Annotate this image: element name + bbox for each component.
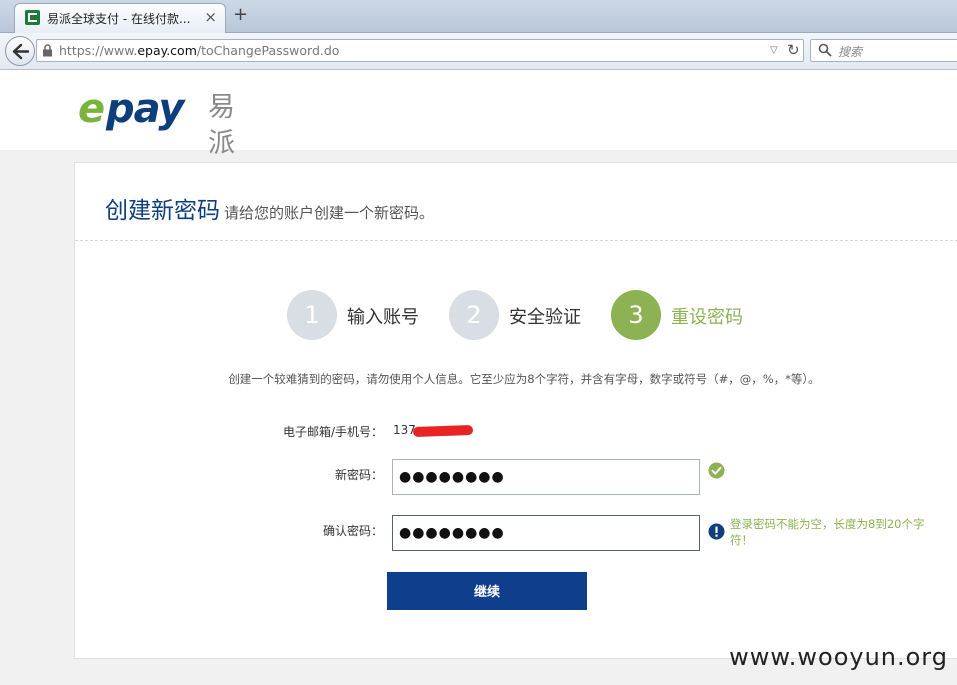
step-3-number: 3 [611,290,661,340]
logo-pay: pay [106,86,184,132]
search-icon [818,43,832,57]
step-1-number: 1 [287,290,337,340]
browser-tab-bar: 易派全球支付 - 在线付款... × + [0,0,957,33]
confirm-password-label: 确认密码： [322,524,383,538]
password-hint: 创建一个较难猜到的密码，请勿使用个人信息。它至少应为8个字符，并含有字母，数字或… [228,372,820,386]
reload-icon[interactable]: ↻ [787,41,800,59]
epay-favicon-icon [25,10,40,25]
url-text: https://www.epay.com/toChangePassword.do [59,43,340,58]
lock-icon [43,44,52,57]
new-password-field[interactable] [392,459,700,495]
email-label: 电子邮箱/手机号： [282,425,383,439]
step-3-label: 重设密码 [671,307,743,328]
step-1-label: 输入账号 [347,307,419,328]
confirm-password-error: 登录密码不能为空，长度为8到20个字符！ [730,517,925,547]
redaction-mark [412,424,474,438]
browser-tab[interactable]: 易派全球支付 - 在线付款... × [14,3,226,33]
continue-button[interactable]: 继续 [387,572,587,610]
reset-password-card: 创建新密码 请给您的账户创建一个新密码。 1 输入账号 2 安全验证 3 重设密码… [74,162,957,659]
watermark: www.wooyun.org [729,643,948,671]
card-header: 创建新密码 请给您的账户创建一个新密码。 [105,191,434,225]
new-password-label: 新密码： [334,468,383,482]
warning-icon [708,523,725,540]
browser-nav-bar: https://www.epay.com/toChangePassword.do… [0,33,957,70]
new-tab-icon[interactable]: + [233,4,248,25]
logo-chinese: 易派 [208,92,235,159]
back-button[interactable] [5,36,35,66]
logo-e: e [78,86,106,132]
page-subtitle: 请给您的账户创建一个新密码。 [224,204,435,222]
url-history-dropdown-icon[interactable]: ▽ [770,45,778,56]
step-2-label: 安全验证 [509,307,581,328]
site-header: e pay 易派 [0,70,957,159]
divider [75,240,957,241]
check-icon [708,462,725,479]
search-placeholder: 搜索 [838,45,863,59]
search-bar[interactable]: 搜索 [810,39,957,62]
address-bar[interactable]: https://www.epay.com/toChangePassword.do… [36,39,804,62]
tab-title: 易派全球支付 - 在线付款... [47,12,191,26]
back-arrow-icon [12,43,29,60]
confirm-password-field[interactable] [392,515,700,551]
close-tab-icon[interactable]: × [204,8,217,26]
step-2-number: 2 [449,290,499,340]
page-title: 创建新密码 [105,198,220,224]
